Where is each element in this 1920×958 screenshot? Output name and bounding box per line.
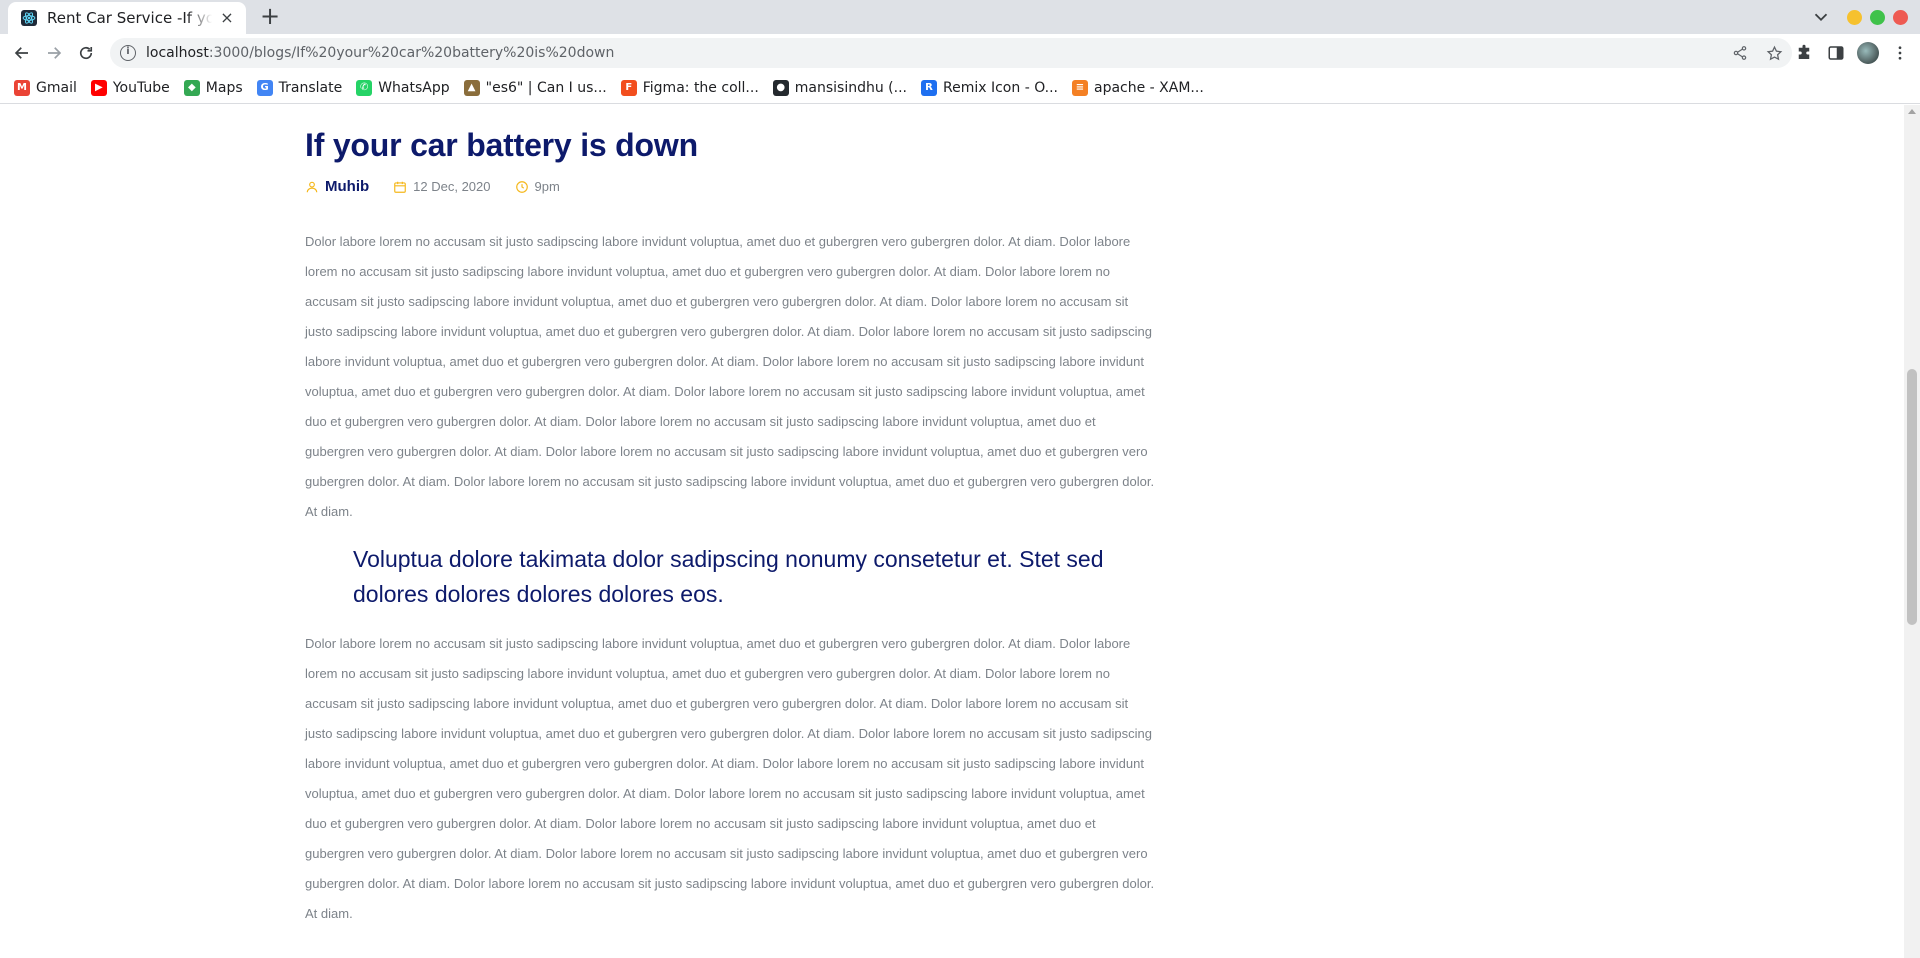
tab-strip: Rent Car Service -If your car battery is… — [0, 0, 1920, 34]
page-viewport: If your car battery is down Muhib 12 Dec… — [0, 105, 1904, 958]
post-blockquote: Voluptua dolore takimata dolor sadipscin… — [353, 546, 1104, 607]
caniuse-icon: ▲ — [463, 79, 480, 96]
kebab-menu-icon[interactable] — [1888, 37, 1912, 69]
bookmark-item[interactable]: ✆ WhatsApp — [356, 79, 450, 96]
calendar-icon — [394, 181, 406, 193]
bookmark-item[interactable]: M Gmail — [14, 79, 77, 96]
tab-title: Rent Car Service -If your car battery is… — [47, 9, 212, 27]
browser-toolbar: i localhost:3000/blogs/If%20your%20car%2… — [0, 34, 1920, 72]
post-meta: Muhib 12 Dec, 2020 9pm — [305, 178, 584, 195]
bookmark-item[interactable]: R Remix Icon - O... — [921, 79, 1058, 96]
url-host: localhost — [146, 45, 209, 61]
url-text: localhost:3000/blogs/If%20your%20car%20b… — [146, 45, 614, 61]
remixicon-icon: R — [921, 79, 937, 96]
maps-icon: ◆ — [183, 79, 200, 96]
bookmark-label: apache - XAM... — [1094, 79, 1204, 96]
youtube-icon: ▶ — [90, 79, 107, 96]
bookmark-label: "es6" | Can I us... — [485, 79, 607, 96]
translate-icon: G — [256, 79, 273, 96]
bookmark-label: Translate — [278, 79, 343, 96]
bookmark-label: Figma: the coll... — [642, 79, 759, 96]
side-panel-icon[interactable] — [1824, 37, 1848, 69]
back-button[interactable] — [6, 37, 38, 69]
whatsapp-icon: ✆ — [356, 79, 373, 96]
post-paragraph-2: Dolor labore lorem no accusam sit justo … — [305, 636, 1155, 921]
share-icon[interactable] — [1730, 43, 1750, 63]
bookmark-label: Remix Icon - O... — [943, 79, 1058, 96]
url-path: :3000/blogs/If%20your%20car%20battery%20… — [208, 45, 615, 61]
post-date: 12 Dec, 2020 — [413, 179, 491, 194]
bookmark-item[interactable]: G Translate — [256, 79, 343, 96]
figma-icon: F — [620, 79, 637, 96]
bookmark-star-icon[interactable] — [1764, 43, 1784, 63]
user-icon — [306, 181, 318, 192]
address-bar[interactable]: i localhost:3000/blogs/If%20your%20car%2… — [110, 38, 1792, 68]
bookmark-item[interactable]: ≡ apache - XAM... — [1072, 79, 1204, 96]
bookmark-label: Gmail — [36, 79, 77, 96]
bookmark-item[interactable]: ▶ YouTube — [90, 79, 170, 96]
tab-close-icon[interactable]: × — [218, 9, 236, 27]
bookmark-label: Maps — [205, 79, 243, 96]
minimize-button[interactable] — [1847, 10, 1862, 25]
post-author-link[interactable]: Muhib — [325, 178, 369, 195]
bookmark-label: WhatsApp — [378, 79, 450, 96]
site-info-icon[interactable]: i — [120, 45, 136, 61]
stackoverflow-icon: ≡ — [1072, 79, 1088, 96]
profile-avatar[interactable] — [1856, 37, 1880, 69]
extensions-puzzle-icon[interactable] — [1792, 37, 1816, 69]
post-title: If your car battery is down — [305, 127, 698, 163]
forward-button[interactable] — [38, 37, 70, 69]
bookmarks-bar: M Gmail ▶ YouTube ◆ Maps G Translate ✆ WhatsApp ▲ "… — [0, 72, 1920, 104]
bookmark-item[interactable]: ● mansisindhu (... — [772, 79, 907, 96]
post-time: 9pm — [534, 179, 560, 194]
page-scrollbar[interactable] — [1904, 105, 1920, 958]
gmail-icon: M — [14, 79, 30, 96]
bookmark-item[interactable]: F Figma: the coll... — [620, 79, 759, 96]
bookmark-item[interactable]: ◆ Maps — [183, 79, 243, 96]
new-tab-button[interactable]: + — [258, 4, 282, 29]
github-icon: ● — [772, 79, 789, 96]
bookmark-item[interactable]: ▲ "es6" | Can I us... — [463, 79, 607, 96]
react-favicon-icon — [21, 10, 37, 26]
scrollbar-thumb[interactable] — [1907, 369, 1917, 625]
bookmark-label: mansisindhu (... — [794, 79, 907, 96]
post-paragraph-1: Dolor labore lorem no accusam sit justo … — [305, 234, 1155, 519]
close-window-button[interactable] — [1893, 10, 1908, 25]
window-controls — [1847, 10, 1908, 25]
reload-button[interactable] — [70, 37, 102, 69]
scroll-up-arrow-icon[interactable] — [1908, 109, 1916, 114]
tab-search-chevron-icon[interactable] — [1810, 6, 1832, 28]
clock-icon — [515, 180, 528, 193]
bookmark-label: YouTube — [112, 79, 170, 96]
maximize-button[interactable] — [1870, 10, 1885, 25]
active-tab[interactable]: Rent Car Service -If your car battery is… — [8, 2, 246, 34]
